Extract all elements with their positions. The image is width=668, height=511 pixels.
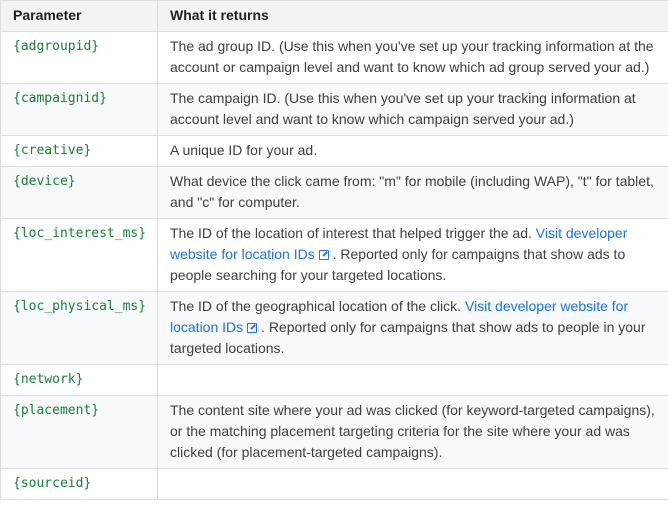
parameter-name: {campaignid} <box>0 83 158 136</box>
parameter-description: The content site where your ad was click… <box>157 395 668 469</box>
table-row: {adgroupid} The ad group ID. (Use this w… <box>0 31 668 84</box>
description-text: The ID of the geographical location of t… <box>170 298 462 314</box>
parameter-name: {adgroupid} <box>0 31 158 84</box>
parameter-name: {sourceid} <box>0 468 158 500</box>
parameter-name: {device} <box>0 166 158 219</box>
parameter-name: {creative} <box>0 135 158 167</box>
table-header-row: Parameter What it returns <box>0 0 668 32</box>
parameter-description: The ad group ID. (Use this when you've s… <box>157 31 668 84</box>
parameter-name: {loc_physical_ms} <box>0 291 158 365</box>
table-row: {placement} The content site where your … <box>0 395 668 469</box>
parameter-description: The campaign ID. (Use this when you've s… <box>157 83 668 136</box>
table-row: {device} What device the click came from… <box>0 166 668 219</box>
parameter-column-header: Parameter <box>0 0 158 32</box>
table-row: {sourceid} <box>0 468 668 500</box>
parameter-description: A unique ID for your ad. <box>157 135 668 167</box>
external-link-icon <box>318 250 329 260</box>
parameter-name: {placement} <box>0 395 158 469</box>
parameter-description <box>157 364 668 396</box>
table-row: {network} <box>0 364 668 396</box>
table-row: {loc_interest_ms} The ID of the location… <box>0 218 668 292</box>
parameter-description: What device the click came from: "m" for… <box>157 166 668 219</box>
table-row: {loc_physical_ms} The ID of the geograph… <box>0 291 668 365</box>
parameter-name: {network} <box>0 364 158 396</box>
returns-column-header: What it returns <box>157 0 668 32</box>
parameter-description: The ID of the location of interest that … <box>157 218 668 292</box>
table-row: {creative} A unique ID for your ad. <box>0 135 668 167</box>
table-row: {campaignid} The campaign ID. (Use this … <box>0 83 668 136</box>
parameter-name: {loc_interest_ms} <box>0 218 158 292</box>
description-text: The ID of the location of interest that … <box>170 225 532 241</box>
parameter-description <box>157 468 668 500</box>
external-link-icon <box>247 323 258 333</box>
parameter-description: The ID of the geographical location of t… <box>157 291 668 365</box>
parameters-table: Parameter What it returns {adgroupid} Th… <box>0 0 668 500</box>
